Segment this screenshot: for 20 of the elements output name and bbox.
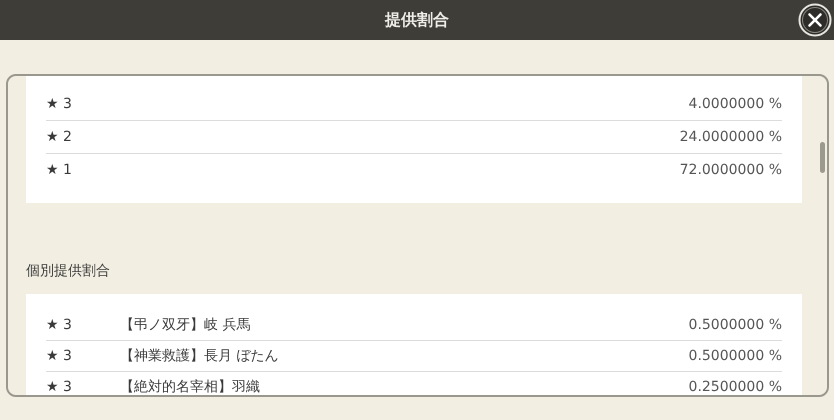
window-title: 提供割合 [385,10,449,30]
rarity-label: ★ 3 [46,379,73,395]
rarity-label: ★ 1 [46,162,73,178]
rarity-label: ★ 3 [46,96,73,112]
rate-value: 0.5000000 % [688,348,782,364]
rate-value: 24.0000000 % [680,129,782,145]
scrollbar-thumb[interactable] [820,142,825,173]
rate-value: 4.0000000 % [688,96,782,112]
close-icon [798,3,832,37]
rate-value: 72.0000000 % [680,162,782,178]
character-name: 【弔ノ双牙】岐 兵馬 [120,316,252,334]
section-title: 個別提供割合 [26,262,111,281]
rarity-label: ★ 3 [46,317,73,333]
rate-value: 0.2500000 % [688,379,782,395]
rarity-label: ★ 3 [46,348,73,364]
character-name: 【神業救護】長月 ぼたん [120,347,280,365]
close-button[interactable] [798,3,832,37]
rate-value: 0.5000000 % [688,317,782,333]
rarity-label: ★ 2 [46,129,73,145]
character-name: 【絶対的名宰相】羽織 [120,378,261,395]
